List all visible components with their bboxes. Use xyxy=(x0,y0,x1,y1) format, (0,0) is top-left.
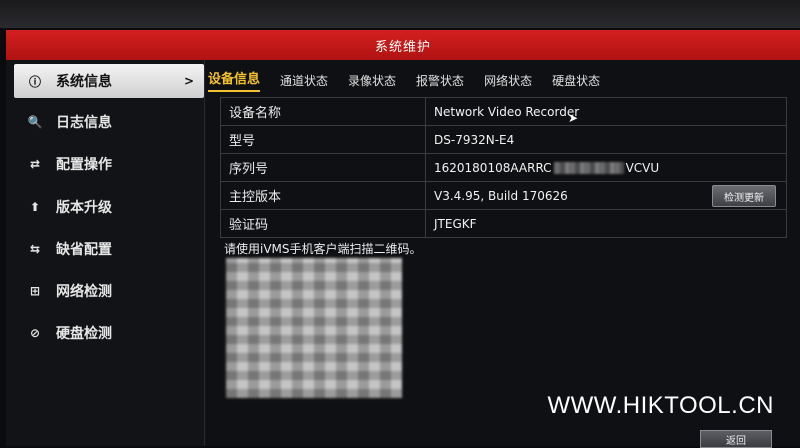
firmware-label: 主控版本 xyxy=(221,182,426,209)
config-icon: ⇄ xyxy=(29,157,41,171)
table-row: 验证码 JTEGKF xyxy=(221,210,786,237)
table-row: 序列号 1620180108AARRC VCVU xyxy=(221,154,786,182)
watermark-text: WWW.HIKTOOL.CN xyxy=(547,392,774,419)
tab-channel-status[interactable]: 通道状态 xyxy=(280,72,328,92)
firmware-text: V3.4.95, Build 170626 xyxy=(434,188,568,203)
tab-device-info[interactable]: 设备信息 xyxy=(208,68,261,92)
sidebar-item-network-check[interactable]: ⊞ 网络检测 xyxy=(14,274,204,308)
sidebar-item-label: 配置操作 xyxy=(56,157,112,173)
qr-code-blurred xyxy=(226,258,402,398)
sidebar-item-label: 网络检测 xyxy=(56,284,112,300)
table-row: 型号 DS-7932N-E4 xyxy=(221,126,786,154)
tab-record-status[interactable]: 录像状态 xyxy=(348,72,396,92)
table-row: 设备名称 Network Video Recorder ➤ xyxy=(221,98,786,126)
device-name-text: Network Video Recorder xyxy=(434,104,580,119)
sidebar: ⓘ 系统信息 > 🔍 日志信息 ⇄ 配置操作 ⬆ 版本升级 ⇆ 缺省配置 ⊞ 网… xyxy=(6,60,205,446)
monitor-bezel xyxy=(0,0,800,28)
log-icon: 🔍 xyxy=(27,115,43,129)
sidebar-item-label: 系统信息 xyxy=(56,74,112,90)
tab-bar: 设备信息 通道状态 录像状态 报警状态 网络状态 硬盘状态 xyxy=(208,66,800,92)
qr-caption: 请使用iVMS手机客户端扫描二维码。 xyxy=(224,242,422,256)
check-update-button[interactable]: 检测更新 xyxy=(712,185,776,207)
sidebar-item-default-config[interactable]: ⇆ 缺省配置 xyxy=(14,232,204,266)
sidebar-item-hdd-check[interactable]: ⊘ 硬盘检测 xyxy=(14,316,204,350)
tab-network-status[interactable]: 网络状态 xyxy=(484,72,532,92)
table-row: 主控版本 V3.4.95, Build 170626 检测更新 xyxy=(221,182,786,210)
verification-code-value: JTEGKF xyxy=(434,216,477,231)
model-value: DS-7932N-E4 xyxy=(434,132,515,147)
device-name-value: Network Video Recorder ➤ xyxy=(426,98,786,126)
sidebar-item-label: 缺省配置 xyxy=(56,242,112,258)
back-button[interactable]: 返回 xyxy=(700,430,772,448)
serial-label: 序列号 xyxy=(221,154,426,181)
device-name-label: 设备名称 xyxy=(221,98,426,125)
window-titlebar: 系统维护 xyxy=(6,30,800,60)
sidebar-item-system-info[interactable]: ⓘ 系统信息 > xyxy=(14,64,204,98)
verification-code-label: 验证码 xyxy=(221,210,426,237)
network-icon: ⊞ xyxy=(29,284,41,298)
tab-alarm-status[interactable]: 报警状态 xyxy=(416,72,464,92)
sidebar-item-upgrade[interactable]: ⬆ 版本升级 xyxy=(14,190,204,224)
window-title: 系统维护 xyxy=(374,39,431,55)
sidebar-item-config-ops[interactable]: ⇄ 配置操作 xyxy=(14,147,204,181)
restore-default-icon: ⇆ xyxy=(29,242,41,256)
info-icon: ⓘ xyxy=(28,74,41,89)
model-label: 型号 xyxy=(221,126,426,153)
upgrade-arrow-icon: ⬆ xyxy=(29,200,41,214)
chevron-right-icon: > xyxy=(183,74,194,88)
sidebar-item-label: 日志信息 xyxy=(56,115,112,131)
serial-prefix: 1620180108AARRC xyxy=(434,160,552,175)
sidebar-item-log-info[interactable]: 🔍 日志信息 xyxy=(14,105,204,139)
mouse-cursor-icon: ➤ xyxy=(568,111,579,125)
firmware-value: V3.4.95, Build 170626 检测更新 xyxy=(426,182,786,209)
serial-value: 1620180108AARRC VCVU xyxy=(426,154,786,181)
serial-redaction xyxy=(553,161,624,174)
device-info-table: 设备名称 Network Video Recorder ➤ 型号 DS-7932… xyxy=(220,97,787,238)
serial-suffix: VCVU xyxy=(625,160,660,175)
sidebar-item-label: 硬盘检测 xyxy=(56,326,112,342)
sidebar-item-label: 版本升级 xyxy=(56,200,112,216)
tab-hdd-status[interactable]: 硬盘状态 xyxy=(552,72,600,92)
hdd-check-icon: ⊘ xyxy=(29,326,41,340)
